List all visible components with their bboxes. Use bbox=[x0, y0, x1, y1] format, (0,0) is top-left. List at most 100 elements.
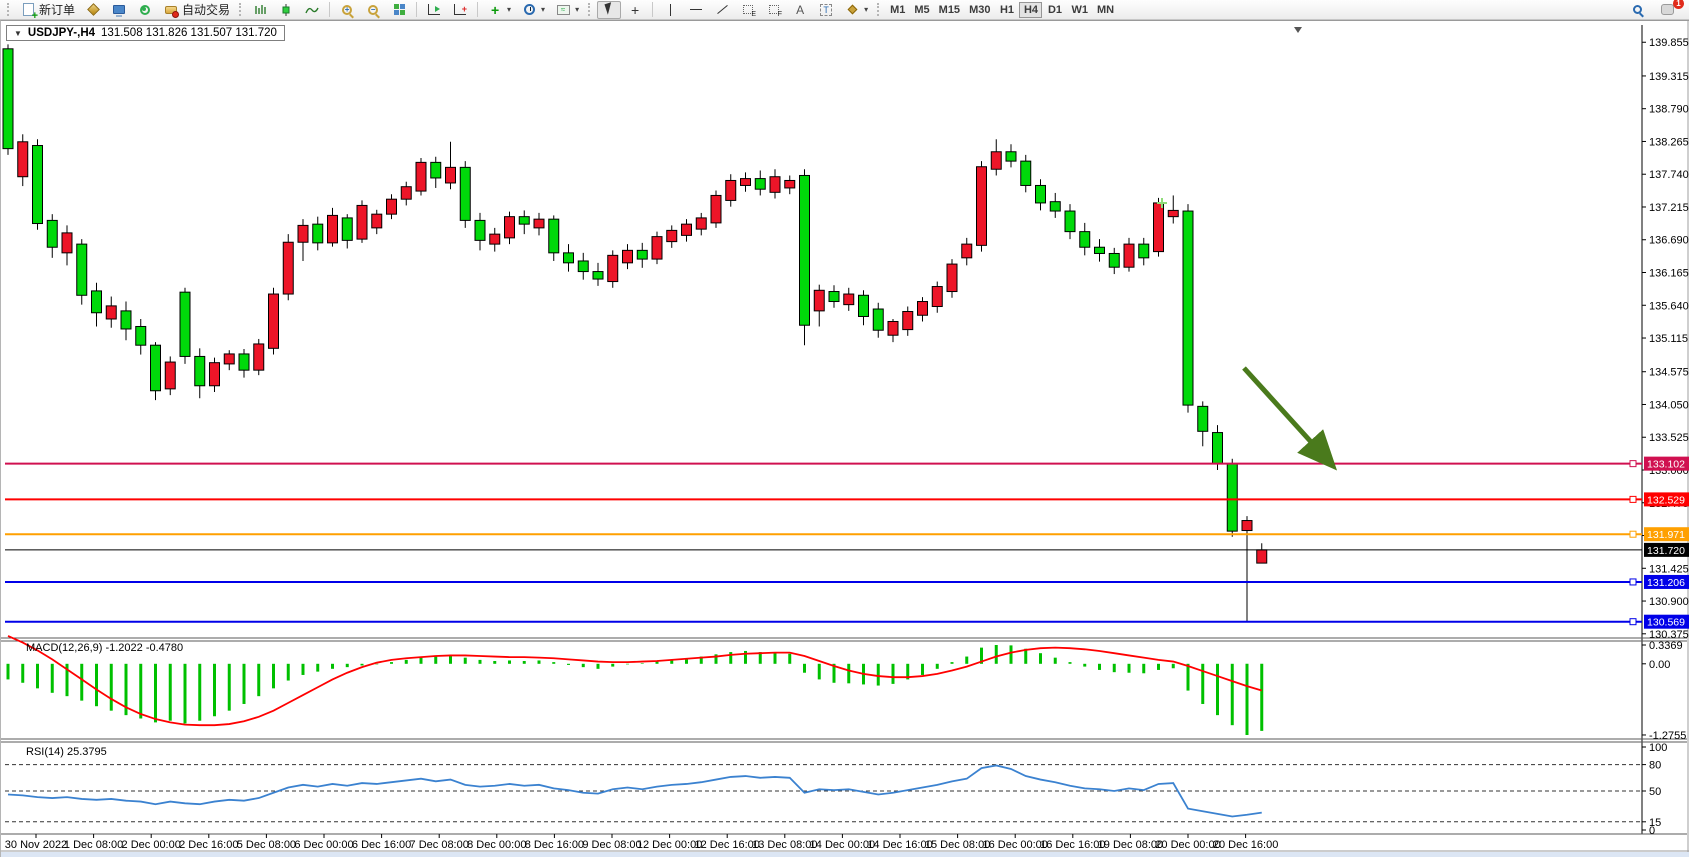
styles-button[interactable] bbox=[81, 1, 105, 19]
auto-trading-icon bbox=[163, 2, 179, 18]
svg-text:137.740: 137.740 bbox=[1649, 169, 1689, 181]
templates-dropdown[interactable]: ≈▾ bbox=[551, 1, 583, 19]
svg-text:1 Dec 08:00: 1 Dec 08:00 bbox=[64, 839, 123, 851]
tile-windows-icon bbox=[391, 2, 407, 18]
toolbar-right-group: 1 bbox=[1625, 1, 1685, 19]
text-label-icon: T bbox=[818, 2, 834, 18]
level-line-handle[interactable] bbox=[1630, 579, 1636, 585]
zoom-out-button[interactable]: − bbox=[361, 1, 385, 19]
notifications-button[interactable]: 1 bbox=[1655, 1, 1679, 19]
text-tool-button[interactable]: A bbox=[788, 1, 812, 19]
chart-title-box: ▼ USDJPY-,H4 131.508 131.826 131.507 131… bbox=[6, 25, 285, 41]
template-icon: ≈ bbox=[555, 2, 571, 18]
timeframe-button-w1[interactable]: W1 bbox=[1067, 2, 1092, 18]
svg-text:131.206: 131.206 bbox=[1647, 577, 1685, 589]
add-indicator-dropdown[interactable]: +▾ bbox=[483, 1, 515, 19]
notification-badge: 1 bbox=[1673, 0, 1684, 9]
timeframe-button-h1[interactable]: H1 bbox=[995, 2, 1018, 18]
chart-dropdown-icon[interactable]: ▼ bbox=[14, 29, 22, 38]
search-button[interactable] bbox=[1625, 1, 1649, 19]
line-chart-button[interactable] bbox=[300, 1, 324, 19]
text-label-tool-button[interactable]: T bbox=[814, 1, 838, 19]
timeframe-button-h4[interactable]: H4 bbox=[1019, 2, 1042, 18]
toolbar-grip bbox=[877, 3, 881, 16]
arrows-icon bbox=[844, 2, 860, 18]
svg-text:8 Dec 00:00: 8 Dec 00:00 bbox=[467, 839, 526, 851]
crosshair-tool-button[interactable]: + bbox=[623, 1, 647, 19]
candlestick-chart-icon bbox=[278, 2, 294, 18]
svg-text:16 Dec 00:00: 16 Dec 00:00 bbox=[982, 839, 1047, 851]
main-toolbar: 新订单 自动交易 + − + +▾ ▾ ≈▾ + E F A T ▾ M1M5M… bbox=[0, 0, 1689, 20]
chevron-down-icon: ▾ bbox=[575, 5, 579, 14]
timeframe-button-d1[interactable]: D1 bbox=[1043, 2, 1066, 18]
new-order-button[interactable]: 新订单 bbox=[16, 1, 79, 19]
svg-text:137.215: 137.215 bbox=[1649, 202, 1689, 214]
channel-tool-button[interactable]: E bbox=[736, 1, 760, 19]
down-arrow-annotation[interactable] bbox=[1244, 368, 1332, 465]
indicator-window-button[interactable]: + bbox=[448, 1, 472, 19]
new-chart-button[interactable] bbox=[422, 1, 446, 19]
candlestick-chart-button[interactable] bbox=[274, 1, 298, 19]
svg-text:136.690: 136.690 bbox=[1649, 235, 1689, 247]
level-line-handle[interactable] bbox=[1630, 531, 1636, 537]
bar-chart-button[interactable] bbox=[248, 1, 272, 19]
svg-text:50: 50 bbox=[1649, 786, 1661, 798]
toolbar-separator bbox=[329, 2, 330, 17]
timeframe-button-mn[interactable]: MN bbox=[1093, 2, 1118, 18]
svg-text:9 Dec 08:00: 9 Dec 08:00 bbox=[582, 839, 641, 851]
level-line-handle[interactable] bbox=[1630, 619, 1636, 625]
add-indicator-icon: + bbox=[487, 2, 503, 18]
line-chart-icon bbox=[304, 2, 320, 18]
macd-panel bbox=[8, 636, 1646, 735]
signals-button[interactable] bbox=[133, 1, 157, 19]
chart-window: ▼ USDJPY-,H4 131.508 131.826 131.507 131… bbox=[0, 20, 1689, 857]
svg-text:7 Dec 08:00: 7 Dec 08:00 bbox=[410, 839, 469, 851]
horizontal-level-lines bbox=[5, 457, 1689, 629]
svg-text:15 Dec 08:00: 15 Dec 08:00 bbox=[925, 839, 990, 851]
svg-text:14 Dec 16:00: 14 Dec 16:00 bbox=[867, 839, 932, 851]
rsi-label: RSI(14) 25.3795 bbox=[26, 746, 107, 758]
periods-dropdown[interactable]: ▾ bbox=[517, 1, 549, 19]
timeframe-button-m15[interactable]: M15 bbox=[935, 2, 964, 18]
chevron-down-icon: ▾ bbox=[864, 5, 868, 14]
arrows-tool-dropdown[interactable]: ▾ bbox=[840, 1, 872, 19]
horizontal-line-icon bbox=[688, 2, 704, 18]
chart-canvas[interactable]: 139.855139.315138.790138.265137.740137.2… bbox=[1, 21, 1689, 857]
timeframe-button-m5[interactable]: M5 bbox=[910, 2, 933, 18]
level-line-handle[interactable] bbox=[1630, 461, 1636, 467]
terminal-button[interactable] bbox=[107, 1, 131, 19]
bar-chart-icon bbox=[252, 2, 268, 18]
svg-text:100: 100 bbox=[1649, 742, 1667, 754]
cursor-tool-button[interactable] bbox=[597, 1, 621, 19]
fibonacci-tool-button[interactable]: F bbox=[762, 1, 786, 19]
horizontal-line-tool-button[interactable] bbox=[684, 1, 708, 19]
svg-text:2 Dec 00:00: 2 Dec 00:00 bbox=[122, 839, 181, 851]
svg-text:2 Dec 16:00: 2 Dec 16:00 bbox=[179, 839, 238, 851]
level-line-handle[interactable] bbox=[1630, 496, 1636, 502]
tile-windows-button[interactable] bbox=[387, 1, 411, 19]
trendline-tool-button[interactable] bbox=[710, 1, 734, 19]
svg-text:138.790: 138.790 bbox=[1649, 104, 1689, 116]
vertical-line-tool-button[interactable] bbox=[658, 1, 682, 19]
svg-text:6 Dec 16:00: 6 Dec 16:00 bbox=[352, 839, 411, 851]
chevron-down-icon: ▾ bbox=[541, 5, 545, 14]
svg-text:80: 80 bbox=[1649, 760, 1661, 772]
indicator-window-icon: + bbox=[452, 2, 468, 18]
chart-ohlc-values: 131.508 131.826 131.507 131.720 bbox=[101, 27, 277, 39]
svg-text:16 Dec 16:00: 16 Dec 16:00 bbox=[1040, 839, 1105, 851]
new-chart-icon bbox=[426, 2, 442, 18]
svg-text:0: 0 bbox=[1649, 825, 1655, 837]
svg-text:135.640: 135.640 bbox=[1649, 300, 1689, 312]
zoom-in-button[interactable]: + bbox=[335, 1, 359, 19]
timeframe-button-m1[interactable]: M1 bbox=[886, 2, 909, 18]
svg-text:5 Dec 08:00: 5 Dec 08:00 bbox=[237, 839, 296, 851]
auto-trading-label: 自动交易 bbox=[182, 1, 230, 18]
auto-trading-button[interactable]: 自动交易 bbox=[159, 1, 234, 19]
toolbar-grip bbox=[588, 3, 592, 16]
svg-text:138.265: 138.265 bbox=[1649, 136, 1689, 148]
svg-text:134.575: 134.575 bbox=[1649, 367, 1689, 379]
timeframe-button-m30[interactable]: M30 bbox=[965, 2, 994, 18]
svg-text:136.165: 136.165 bbox=[1649, 268, 1689, 280]
svg-text:13 Dec 08:00: 13 Dec 08:00 bbox=[752, 839, 817, 851]
signals-icon bbox=[137, 2, 153, 18]
